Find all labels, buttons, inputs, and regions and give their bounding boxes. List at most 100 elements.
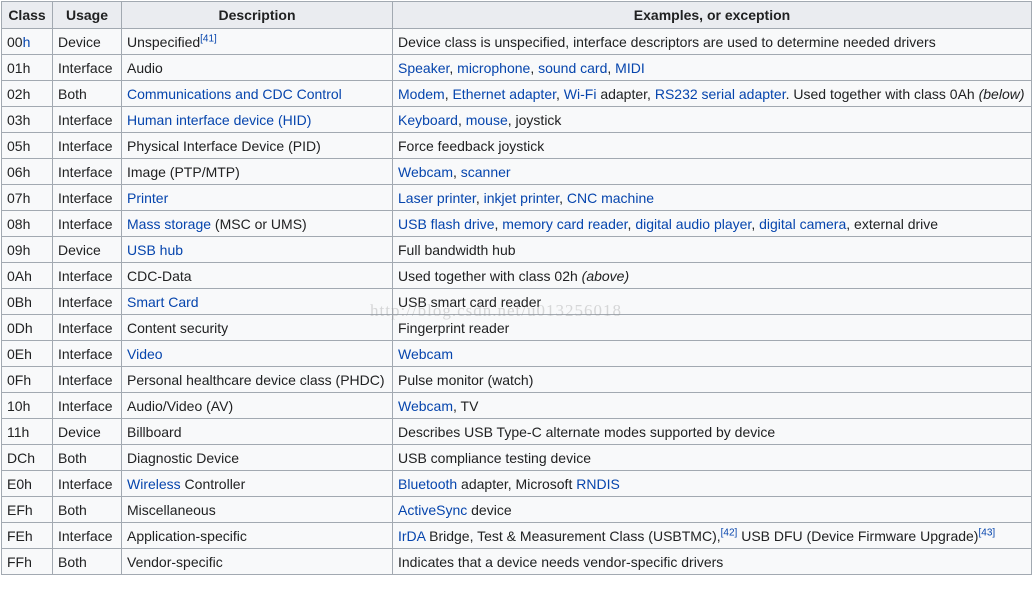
description-cell: Application-specific: [121, 522, 393, 549]
wiki-link[interactable]: Wireless: [127, 476, 181, 492]
table-row: 07h Interface Printer Laser printer, inkjet…: [1, 184, 1032, 211]
cell-text: , joystick: [507, 111, 562, 128]
description-cell: Audio/Video (AV): [121, 392, 393, 419]
wiki-link[interactable]: Video: [127, 346, 163, 362]
usage-cell: Interface: [52, 366, 122, 393]
usage-cell: Interface: [52, 314, 122, 341]
cell-text: 10h: [7, 397, 31, 414]
italic-text: (above): [582, 268, 629, 284]
wiki-link[interactable]: RS232 serial adapter: [655, 86, 786, 102]
table-row: 10h Interface Audio/Video (AV) Webcam, TV: [1, 392, 1032, 419]
wiki-link[interactable]: memory card reader: [502, 216, 627, 232]
cell-text: Content security: [127, 319, 229, 336]
reference-link[interactable]: [41]: [200, 33, 217, 44]
wiki-link[interactable]: scanner: [461, 164, 511, 180]
description-cell: Mass storage (MSC or UMS): [121, 210, 393, 237]
wiki-link[interactable]: Wi-Fi: [564, 86, 597, 102]
wiki-link[interactable]: h: [23, 34, 31, 50]
wiki-link[interactable]: digital audio player: [635, 216, 751, 232]
wiki-link[interactable]: mouse: [466, 112, 508, 128]
wiki-link[interactable]: inkjet printer: [484, 190, 559, 206]
wiki-link[interactable]: sound card: [538, 60, 607, 76]
wiki-link[interactable]: RNDIS: [576, 476, 620, 492]
cell-text: USB smart card reader: [398, 293, 542, 310]
cell-text: EFh: [7, 501, 33, 518]
description-cell: Communications and CDC Control: [121, 80, 393, 107]
cell-text: Application-specific: [127, 527, 247, 544]
cell-text: USB compliance testing device: [398, 449, 591, 466]
cell-text: Full bandwidth hub: [398, 241, 516, 258]
wiki-link[interactable]: IrDA: [398, 528, 425, 544]
cell-text: Image (PTP/MTP): [127, 163, 240, 180]
table-row: 00h Device Unspecified[41] Device class is …: [1, 28, 1032, 55]
cell-text: , TV: [452, 397, 479, 414]
examples-cell: Pulse monitor (watch): [392, 366, 1032, 393]
cell-text: Interface: [58, 215, 113, 232]
cell-text: Billboard: [127, 423, 182, 440]
table-row: FEh Interface Application-specific IrDA Bri…: [1, 522, 1032, 549]
cell-text: 05h: [7, 137, 31, 154]
wiki-link[interactable]: USB hub: [127, 242, 183, 258]
wiki-link[interactable]: Keyboard: [398, 112, 458, 128]
class-cell: 0Ah: [1, 262, 53, 289]
cell-text: ,: [556, 85, 564, 102]
description-cell: Smart Card: [121, 288, 393, 315]
table-row: DCh Both Diagnostic Device USB compliance t…: [1, 444, 1032, 471]
examples-cell: Full bandwidth hub: [392, 236, 1032, 263]
table-row: E0h Interface Wireless Controller Bluetooth…: [1, 470, 1032, 497]
cell-text: 02h: [7, 85, 31, 102]
wiki-link[interactable]: Speaker: [398, 60, 449, 76]
wiki-link[interactable]: USB flash drive: [398, 216, 494, 232]
usage-cell: Both: [52, 444, 122, 471]
wiki-link[interactable]: Ethernet adapter: [452, 86, 556, 102]
cell-text: Device: [58, 423, 101, 440]
wiki-link[interactable]: Webcam: [398, 398, 453, 414]
class-cell: DCh: [1, 444, 53, 471]
cell-text: Personal healthcare device class (PHDC): [127, 371, 385, 388]
class-cell: 07h: [1, 184, 53, 211]
cell-text: Interface: [58, 111, 113, 128]
cell-text: Used together with class 02h: [398, 267, 582, 284]
wiki-link[interactable]: Human interface device (HID): [127, 112, 311, 128]
examples-cell: Webcam, TV: [392, 392, 1032, 419]
wiki-link[interactable]: ActiveSync: [398, 502, 467, 518]
cell-text: (below): [978, 85, 1025, 102]
examples-cell: Speaker, microphone, sound card, MIDI: [392, 54, 1032, 81]
cell-text: 06h: [7, 163, 31, 180]
wiki-link[interactable]: MIDI: [615, 60, 645, 76]
cell-text: Interface: [58, 137, 113, 154]
cell-text: Both: [58, 85, 87, 102]
wiki-link[interactable]: Mass storage: [127, 216, 211, 232]
cell-text: 00: [7, 33, 23, 50]
wiki-link[interactable]: Webcam: [398, 164, 453, 180]
cell-text: ,: [559, 189, 567, 206]
reference-link[interactable]: [43]: [978, 527, 995, 538]
class-cell: 11h: [1, 418, 53, 445]
cell-text: Interface: [58, 293, 113, 310]
class-cell: 06h: [1, 158, 53, 185]
wiki-link[interactable]: Smart Card: [127, 294, 199, 310]
examples-cell: USB compliance testing device: [392, 444, 1032, 471]
wiki-link[interactable]: Laser printer: [398, 190, 476, 206]
wiki-link[interactable]: Printer: [127, 190, 168, 206]
wiki-link[interactable]: CNC machine: [567, 190, 654, 206]
wiki-link[interactable]: Communications and CDC Control: [127, 86, 342, 102]
cell-text: 01h: [7, 59, 31, 76]
cell-text: Physical Interface Device (PID): [127, 137, 321, 154]
wiki-link[interactable]: Modem: [398, 86, 445, 102]
cell-text: Interface: [58, 189, 113, 206]
cell-text: Interface: [58, 397, 113, 414]
examples-cell: Device class is unspecified, interface d…: [392, 28, 1032, 55]
cell-text: ,: [449, 59, 458, 76]
wiki-link[interactable]: Bluetooth: [398, 476, 457, 492]
wiki-link[interactable]: microphone: [457, 60, 530, 76]
usage-cell: Interface: [52, 54, 122, 81]
reference-link[interactable]: [42]: [721, 527, 738, 538]
wiki-link[interactable]: Webcam: [398, 346, 453, 362]
wiki-link[interactable]: digital camera: [759, 216, 846, 232]
cell-text: ,: [607, 59, 616, 76]
description-cell: Vendor-specific: [121, 548, 393, 575]
class-cell: 08h: [1, 210, 53, 237]
cell-text: Pulse monitor (watch): [398, 371, 534, 388]
table-row: 0Bh Interface Smart Card USB smart card rea…: [1, 288, 1032, 315]
